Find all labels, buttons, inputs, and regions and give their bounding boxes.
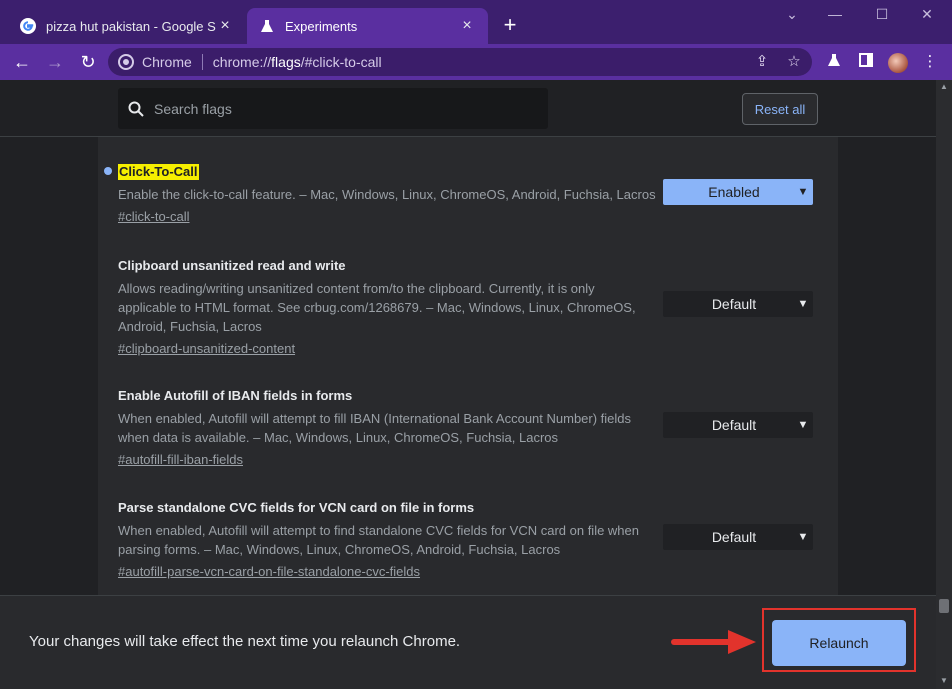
flag-link[interactable]: #clipboard-unsanitized-content bbox=[118, 341, 295, 356]
minimize-icon[interactable]: — bbox=[812, 6, 858, 22]
more-menu-icon[interactable]: ⋮ bbox=[920, 53, 940, 71]
modified-dot-icon bbox=[104, 167, 112, 175]
new-tab-button[interactable]: + bbox=[498, 14, 522, 36]
omnibox-divider bbox=[201, 54, 203, 70]
scroll-down-icon[interactable]: ▼ bbox=[940, 676, 948, 685]
site-info-chip[interactable]: Chrome bbox=[108, 54, 192, 70]
reset-all-button[interactable]: Reset all bbox=[742, 93, 818, 125]
flag-name: Parse standalone CVC fields for VCN card… bbox=[118, 500, 475, 515]
flag-description: Allows reading/writing unsanitized conte… bbox=[118, 281, 636, 334]
annotation-arrow-icon bbox=[671, 630, 756, 654]
title-bar: pizza hut pakistan - Google Searc × Expe… bbox=[0, 0, 952, 44]
tab-title: Experiments bbox=[285, 18, 358, 34]
flag-link[interactable]: #autofill-fill-iban-fields bbox=[118, 452, 243, 467]
tab-title: pizza hut pakistan - Google Searc bbox=[46, 18, 216, 34]
tab-search-chevron-icon[interactable]: ⌄ bbox=[769, 6, 815, 23]
flag-name: Click-To-Call bbox=[118, 164, 199, 180]
chevron-down-icon: ▼ bbox=[797, 186, 809, 198]
flag-description: When enabled, Autofill will attempt to f… bbox=[118, 411, 632, 445]
scrollbar-thumb[interactable] bbox=[939, 599, 949, 613]
flags-header: Reset all bbox=[0, 80, 936, 137]
flag-select-parse-cvc[interactable]: Default ▼ bbox=[663, 524, 813, 550]
flag-select-click-to-call[interactable]: Enabled ▼ bbox=[663, 179, 813, 205]
chip-label: Chrome bbox=[142, 54, 192, 70]
back-arrow-icon[interactable]: ← bbox=[9, 50, 35, 74]
flag-description: Enable the click-to-call feature. – Mac,… bbox=[118, 187, 656, 202]
bookmark-star-icon[interactable]: ☆ bbox=[784, 53, 804, 71]
google-icon bbox=[20, 18, 36, 34]
flag-select-autofill-iban[interactable]: Default ▼ bbox=[663, 412, 813, 438]
relaunch-button[interactable]: Relaunch bbox=[772, 620, 906, 666]
search-flags-input[interactable] bbox=[154, 100, 534, 117]
share-icon[interactable]: ⇪ bbox=[752, 53, 772, 71]
close-tab-icon[interactable]: × bbox=[458, 17, 476, 35]
close-tab-icon[interactable]: × bbox=[216, 17, 234, 35]
forward-arrow-icon[interactable]: → bbox=[42, 50, 68, 74]
flag-name: Clipboard unsanitized read and write bbox=[118, 258, 346, 273]
flag-select-clipboard-unsanitized[interactable]: Default ▼ bbox=[663, 291, 813, 317]
relaunch-message: Your changes will take effect the next t… bbox=[29, 633, 461, 650]
browser-toolbar: ← → ↻ Chrome chrome://flags/#click-to-ca… bbox=[0, 44, 952, 80]
chevron-down-icon: ▼ bbox=[797, 298, 809, 310]
side-panel-icon[interactable] bbox=[856, 53, 876, 71]
tab-google-search[interactable]: pizza hut pakistan - Google Searc × bbox=[8, 8, 246, 44]
search-icon bbox=[118, 101, 154, 117]
maximize-icon[interactable]: ☐ bbox=[859, 6, 905, 23]
address-bar[interactable]: Chrome chrome://flags/#click-to-call ⇪ ☆ bbox=[108, 48, 812, 76]
close-window-icon[interactable]: ✕ bbox=[904, 6, 950, 23]
scroll-up-icon[interactable]: ▲ bbox=[940, 82, 948, 91]
flag-link[interactable]: #click-to-call bbox=[118, 209, 190, 224]
profile-avatar[interactable] bbox=[888, 53, 908, 73]
flask-icon bbox=[259, 18, 275, 34]
chevron-down-icon: ▼ bbox=[797, 419, 809, 431]
reload-icon[interactable]: ↻ bbox=[75, 50, 101, 74]
relaunch-bar: Your changes will take effect the next t… bbox=[0, 595, 936, 689]
flag-description: When enabled, Autofill will attempt to f… bbox=[118, 523, 639, 557]
flag-link[interactable]: #autofill-parse-vcn-card-on-file-standal… bbox=[118, 564, 420, 579]
url-text: chrome://flags/#click-to-call bbox=[212, 54, 382, 70]
flags-list-area: Click-To-Call Enable the click-to-call f… bbox=[0, 137, 936, 595]
flag-name: Enable Autofill of IBAN fields in forms bbox=[118, 388, 353, 403]
page-scrollbar[interactable]: ▲ ▼ bbox=[936, 80, 952, 689]
labs-flask-icon[interactable] bbox=[824, 53, 844, 71]
tab-experiments[interactable]: Experiments × bbox=[247, 8, 488, 44]
search-box[interactable] bbox=[118, 88, 548, 129]
chevron-down-icon: ▼ bbox=[797, 531, 809, 543]
flags-panel: Click-To-Call Enable the click-to-call f… bbox=[98, 137, 838, 595]
chrome-icon bbox=[118, 54, 134, 70]
